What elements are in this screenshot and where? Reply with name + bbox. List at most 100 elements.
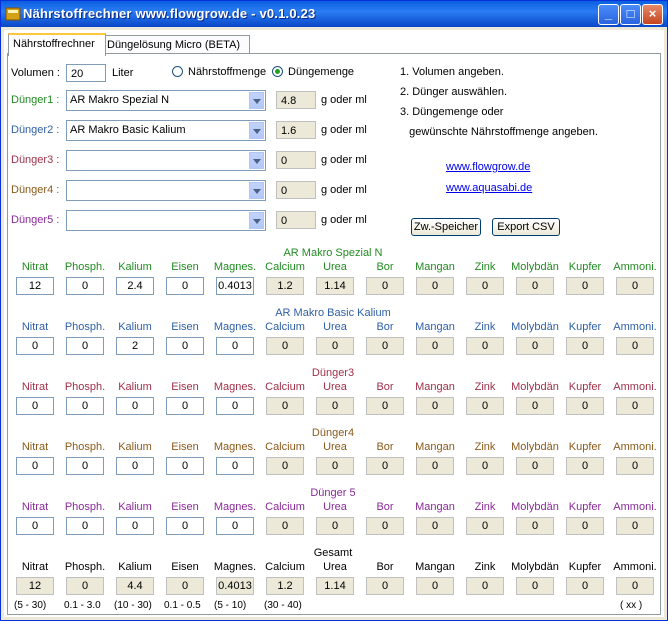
nutrient-value[interactable]: 0 <box>166 337 204 355</box>
maximize-button[interactable]: □ <box>620 4 641 25</box>
title-bar[interactable]: Nährstoffrechner www.flowgrow.de - v0.1.… <box>1 1 667 27</box>
nutrient-cell: Mangan 0 <box>409 561 461 595</box>
nutrient-label: Ammoni. <box>613 261 657 273</box>
nutrient-cell: Phosph. 0 <box>59 441 111 475</box>
nutrient-cell: Calcium 0 <box>259 321 311 355</box>
nutrient-cell: Nitrat 0 <box>9 441 61 475</box>
fertilizer-select[interactable] <box>66 210 266 231</box>
nutrient-cell: Kupfer 0 <box>559 501 611 535</box>
radio-naehrstoffmenge[interactable] <box>172 66 183 77</box>
volume-input[interactable]: 20 <box>66 64 106 82</box>
nutrient-cell: Magnes. 0.4013 <box>209 261 261 295</box>
nutrient-value: 0 <box>366 457 404 475</box>
chevron-down-icon[interactable] <box>249 212 264 229</box>
chevron-down-icon[interactable] <box>249 182 264 199</box>
nutrient-value[interactable]: 0 <box>66 337 104 355</box>
fertilizer-select[interactable] <box>66 180 266 201</box>
nutrient-value[interactable]: 0 <box>16 397 54 415</box>
nutrient-label: Eisen <box>171 321 199 333</box>
radio-duengemenge-label: Düngemenge <box>288 66 355 78</box>
nutrient-value[interactable]: 0 <box>116 397 154 415</box>
nutrient-cell: Phosph. 0 <box>59 561 111 595</box>
nutrient-label: Ammoni. <box>613 441 657 453</box>
fertilizer-amount[interactable]: 4.8 <box>276 91 316 109</box>
nutrient-value[interactable]: 0 <box>66 277 104 295</box>
nutrient-cell: Eisen 0 <box>159 561 211 595</box>
nutrient-value[interactable]: 0.4013 <box>216 277 254 295</box>
nutrient-value[interactable]: 0 <box>116 457 154 475</box>
nutrient-label: Calcium <box>265 381 305 393</box>
nutrient-value[interactable]: 0 <box>166 517 204 535</box>
nutrient-value[interactable]: 0 <box>166 457 204 475</box>
nutrient-value[interactable]: 0 <box>16 337 54 355</box>
link-flowgrow[interactable]: www.flowgrow.de <box>446 161 530 173</box>
nutrient-value[interactable]: 0 <box>216 337 254 355</box>
nutrient-cell: Ammoni. 0 <box>609 261 661 295</box>
nutrient-value[interactable]: 0 <box>166 397 204 415</box>
tab-naehrstoffrechner[interactable]: Nährstoffrechner <box>8 33 106 56</box>
nutrient-value[interactable]: 2 <box>116 337 154 355</box>
nutrient-value[interactable]: 0 <box>166 277 204 295</box>
chevron-down-icon[interactable] <box>249 152 264 169</box>
volume-label: Volumen : <box>11 67 60 79</box>
nutrient-value: 0.4013 <box>216 577 254 595</box>
nutrient-label: Urea <box>323 441 347 453</box>
chevron-down-icon[interactable] <box>249 122 264 139</box>
chevron-down-icon[interactable] <box>249 92 264 109</box>
nutrient-value[interactable]: 2.4 <box>116 277 154 295</box>
nutrient-label: Eisen <box>171 561 199 573</box>
fertilizer-select[interactable] <box>66 150 266 171</box>
nutrient-cell: Bor 0 <box>359 381 411 415</box>
nutrient-cell: Eisen 0 <box>159 441 211 475</box>
fertilizer-select[interactable]: AR Makro Spezial N <box>66 90 266 111</box>
nutrient-value[interactable]: 0 <box>66 397 104 415</box>
section-heading: Gesamt <box>313 547 353 559</box>
fertilizer-amount[interactable]: 0 <box>276 211 316 229</box>
nutrient-value[interactable]: 0 <box>16 457 54 475</box>
nutrient-cell: Kupfer 0 <box>559 441 611 475</box>
tab-duengeloesung-micro[interactable]: Düngelösung Micro (BETA) <box>102 35 250 54</box>
nutrient-label: Calcium <box>265 501 305 513</box>
nutrient-label: Kupfer <box>568 441 602 453</box>
nutrient-cell: Molybdän 0 <box>509 441 561 475</box>
nutrient-value[interactable]: 0 <box>66 517 104 535</box>
nutrient-value: 0 <box>516 397 554 415</box>
nutrient-label: Phosph. <box>64 561 106 573</box>
nutrient-value[interactable]: 0 <box>116 517 154 535</box>
nutrient-value: 0 <box>616 577 654 595</box>
nutrient-value: 0 <box>566 457 604 475</box>
fertilizer-unit: g oder ml <box>321 184 367 196</box>
nutrient-label: Kalium <box>118 261 152 273</box>
nutrient-cell: Zink 0 <box>459 261 511 295</box>
nutrient-value[interactable]: 0 <box>216 457 254 475</box>
store-button[interactable]: Zw.-Speicher <box>411 218 481 236</box>
link-aquasabi[interactable]: www.aquasabi.de <box>446 182 532 194</box>
close-button[interactable]: × <box>642 4 663 25</box>
fertilizer-amount[interactable]: 1.6 <box>276 121 316 139</box>
nutrient-value[interactable]: 12 <box>16 277 54 295</box>
radio-duengemenge[interactable] <box>272 66 283 77</box>
nutrient-cell: Molybdän 0 <box>509 261 561 295</box>
nutrient-cell: Bor 0 <box>359 441 411 475</box>
fertilizer-amount[interactable]: 0 <box>276 181 316 199</box>
nutrient-value: 0 <box>566 337 604 355</box>
nutrient-label: Mangan <box>415 561 455 573</box>
minimize-button[interactable]: _ <box>598 4 619 25</box>
nutrient-label: Mangan <box>415 261 455 273</box>
nutrient-value: 0 <box>516 337 554 355</box>
nutrient-label: Urea <box>323 561 347 573</box>
fertilizer-amount[interactable]: 0 <box>276 151 316 169</box>
nutrient-label: Mangan <box>415 501 455 513</box>
nutrient-value[interactable]: 0 <box>216 517 254 535</box>
nutrient-value[interactable]: 0 <box>16 517 54 535</box>
nutrient-value: 0 <box>566 277 604 295</box>
nutrient-value[interactable]: 0 <box>66 457 104 475</box>
nutrient-cell: Kupfer 0 <box>559 321 611 355</box>
fertilizer-select[interactable]: AR Makro Basic Kalium <box>66 120 266 141</box>
export-csv-button[interactable]: Export CSV <box>492 218 560 236</box>
nutrient-label: Bor <box>376 441 394 453</box>
nutrient-value: 0 <box>516 277 554 295</box>
nutrient-cell: Urea 0 <box>309 441 361 475</box>
range-label: (30 - 40) <box>264 600 302 611</box>
nutrient-value[interactable]: 0 <box>216 397 254 415</box>
